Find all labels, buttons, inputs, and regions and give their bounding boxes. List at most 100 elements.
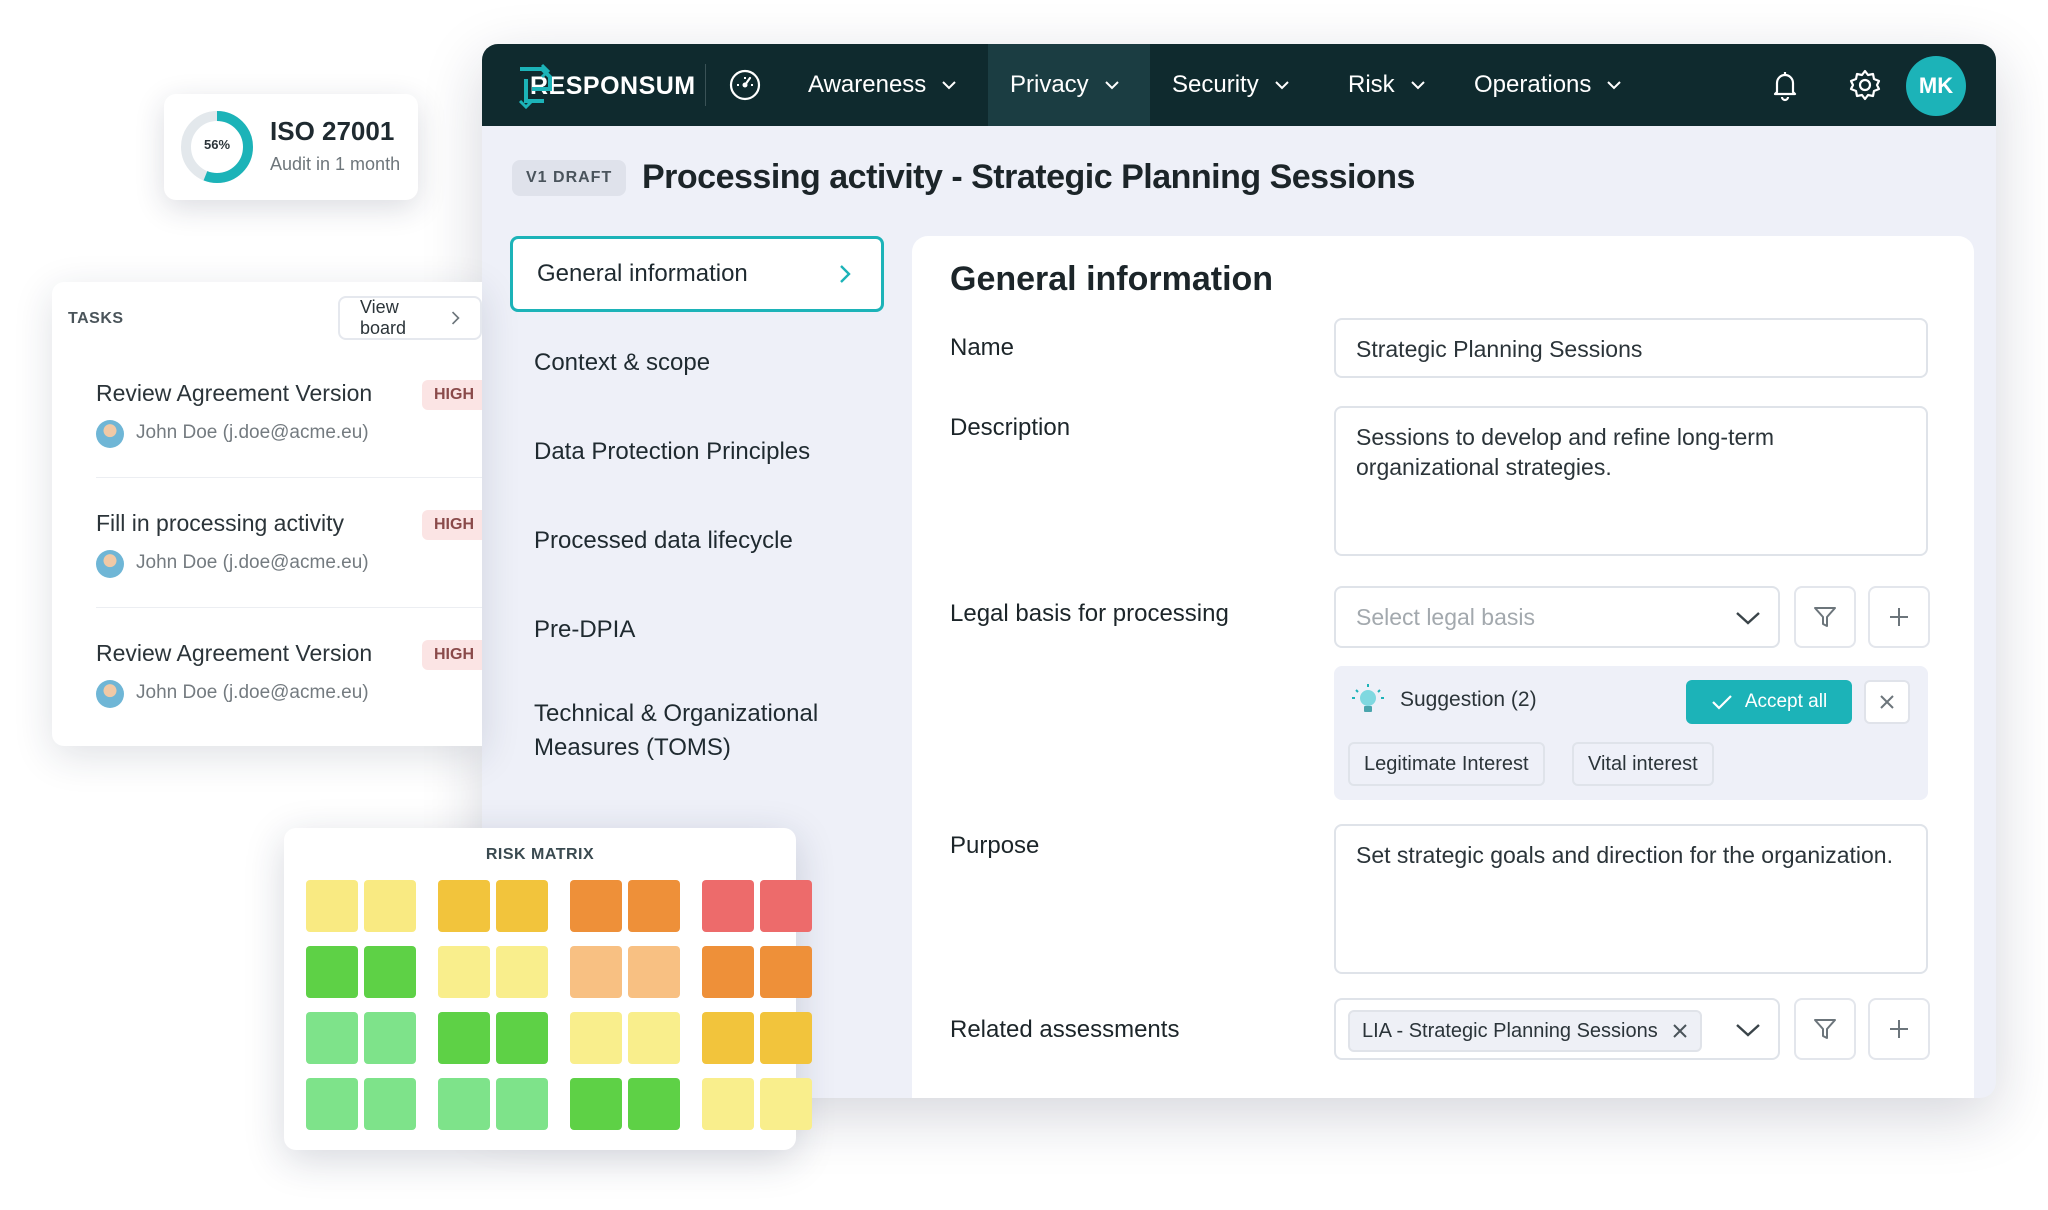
- risk-cell: [570, 880, 622, 932]
- risk-cell: [438, 1078, 490, 1130]
- legal-basis-filter-button[interactable]: [1794, 586, 1856, 648]
- gear-icon[interactable]: [1846, 66, 1884, 104]
- risk-cell: [570, 1012, 622, 1064]
- suggestion-chip-legitimate-interest[interactable]: Legitimate Interest: [1348, 742, 1545, 786]
- lightbulb-icon: [1352, 684, 1384, 712]
- risk-cell: [760, 1012, 812, 1064]
- risk-cell: [702, 880, 754, 932]
- risk-cell: [496, 946, 548, 998]
- responsum-logo[interactable]: RESPONSUM: [512, 62, 696, 110]
- filter-icon: [1814, 1019, 1836, 1039]
- filter-icon: [1814, 607, 1836, 627]
- sidebar-item-label: Context & scope: [534, 349, 711, 376]
- plus-icon: [1890, 608, 1908, 626]
- task-user: John Doe (j.doe@acme.eu): [136, 422, 369, 443]
- chevron-down-icon: [1274, 81, 1289, 90]
- risk-matrix-card: RISK MATRIX: [284, 828, 812, 1150]
- sidebar-item-pre-dpia[interactable]: Pre-DPIA: [510, 613, 884, 647]
- risk-cell: [628, 946, 680, 998]
- sidebar-item-context-scope[interactable]: Context & scope: [510, 346, 884, 380]
- related-add-button[interactable]: [1868, 998, 1930, 1060]
- iso-percent: 56%: [203, 137, 231, 152]
- sidebar-item-data-protection-principles[interactable]: Data Protection Principles: [510, 435, 884, 469]
- task-title: Review Agreement Version: [96, 640, 373, 666]
- chevron-down-icon: [1410, 81, 1425, 90]
- iso-audit-card: 56% ISO 27001 Audit in 1 month: [164, 94, 418, 200]
- purpose-value: Set strategic goals and direction for th…: [1356, 842, 1893, 868]
- legal-basis-add-button[interactable]: [1868, 586, 1930, 648]
- task-divider: [96, 607, 482, 608]
- name-input[interactable]: Strategic Planning Sessions: [1334, 318, 1928, 378]
- risk-cell: [760, 1078, 812, 1130]
- task-divider: [96, 477, 482, 478]
- close-icon: [1880, 695, 1894, 709]
- task-title: Fill in processing activity: [96, 510, 344, 536]
- related-assessments-select[interactable]: LIA - Strategic Planning Sessions: [1334, 998, 1780, 1060]
- logo-mark-icon: [518, 63, 552, 109]
- nav-security[interactable]: Security: [1150, 44, 1313, 126]
- risk-cell: [628, 880, 680, 932]
- related-filter-button[interactable]: [1794, 998, 1856, 1060]
- suggestion-chip-vital-interest[interactable]: Vital interest: [1572, 742, 1714, 786]
- user-avatar[interactable]: MK: [1906, 56, 1966, 116]
- risk-cell: [306, 1012, 358, 1064]
- iso-subtitle: Audit in 1 month: [270, 154, 401, 174]
- risk-cell: [364, 880, 416, 932]
- dashboard-gauge-icon[interactable]: [728, 68, 762, 102]
- risk-cell: [438, 1012, 490, 1064]
- view-board-button[interactable]: View board: [338, 296, 482, 340]
- version-badge: V1 DRAFT: [512, 160, 627, 196]
- tasks-card: TASKS View board Review Agreement Versio…: [52, 282, 482, 746]
- risk-cell: [364, 1078, 416, 1130]
- legal-basis-placeholder: Select legal basis: [1356, 604, 1535, 630]
- risk-matrix-title: RISK MATRIX: [485, 846, 595, 863]
- description-label: Description: [950, 414, 1071, 441]
- topbar-divider: [705, 64, 706, 106]
- page-title: Processing activity - Strategic Planning…: [642, 158, 1415, 196]
- general-information-panel: General information Name Strategic Plann…: [912, 236, 1974, 1098]
- sidebar-item-general-information[interactable]: General information: [510, 236, 884, 312]
- sidebar-item-toms[interactable]: Technical & Organizational Measures (TOM…: [510, 697, 840, 765]
- chevron-down-icon: [1736, 1024, 1760, 1037]
- chevron-right-icon: [840, 265, 851, 283]
- risk-cell: [364, 946, 416, 998]
- assessment-tag-label: LIA - Strategic Planning Sessions: [1362, 1020, 1658, 1042]
- task-title: Review Agreement Version: [96, 380, 373, 406]
- plus-icon: [1890, 1020, 1908, 1038]
- bell-icon[interactable]: [1766, 66, 1804, 104]
- legal-basis-select[interactable]: Select legal basis: [1334, 586, 1780, 648]
- tasks-title: TASKS: [68, 310, 124, 327]
- risk-cell: [496, 1078, 548, 1130]
- close-icon[interactable]: [1672, 1023, 1688, 1039]
- risk-cell: [628, 1078, 680, 1130]
- chevron-right-icon: [451, 311, 460, 325]
- nav-awareness[interactable]: Awareness: [786, 44, 980, 126]
- nav-privacy[interactable]: Privacy: [988, 44, 1150, 126]
- purpose-textarea[interactable]: Set strategic goals and direction for th…: [1334, 824, 1928, 974]
- accept-all-label: Accept all: [1744, 691, 1828, 712]
- priority-badge: HIGH: [422, 640, 482, 670]
- top-navigation-bar: RESPONSUM Awareness Privacy Security Ris…: [482, 44, 1996, 126]
- purpose-label: Purpose: [950, 832, 1040, 859]
- risk-cell: [760, 880, 812, 932]
- risk-cell: [570, 946, 622, 998]
- nav-risk[interactable]: Risk: [1326, 44, 1449, 126]
- risk-cell: [702, 1012, 754, 1064]
- nav-security-label: Security: [1172, 71, 1259, 98]
- description-textarea[interactable]: Sessions to develop and refine long-term…: [1334, 406, 1928, 556]
- task-user-avatar: [96, 680, 124, 708]
- priority-badge: HIGH: [422, 510, 482, 540]
- dismiss-suggestions-button[interactable]: [1864, 680, 1910, 724]
- name-value: Strategic Planning Sessions: [1356, 336, 1643, 362]
- related-assessments-label: Related assessments: [950, 1016, 1180, 1043]
- sidebar-item-label: Pre-DPIA: [534, 616, 636, 643]
- nav-privacy-label: Privacy: [1010, 71, 1089, 98]
- accept-all-button[interactable]: Accept all: [1686, 680, 1852, 724]
- task-user: John Doe (j.doe@acme.eu): [136, 682, 369, 703]
- nav-operations[interactable]: Operations: [1452, 44, 1645, 126]
- sidebar-item-processed-data-lifecycle[interactable]: Processed data lifecycle: [510, 524, 884, 558]
- risk-cell: [364, 1012, 416, 1064]
- risk-cell: [496, 1012, 548, 1064]
- nav-operations-label: Operations: [1474, 71, 1592, 98]
- section-heading: General information: [950, 260, 1274, 298]
